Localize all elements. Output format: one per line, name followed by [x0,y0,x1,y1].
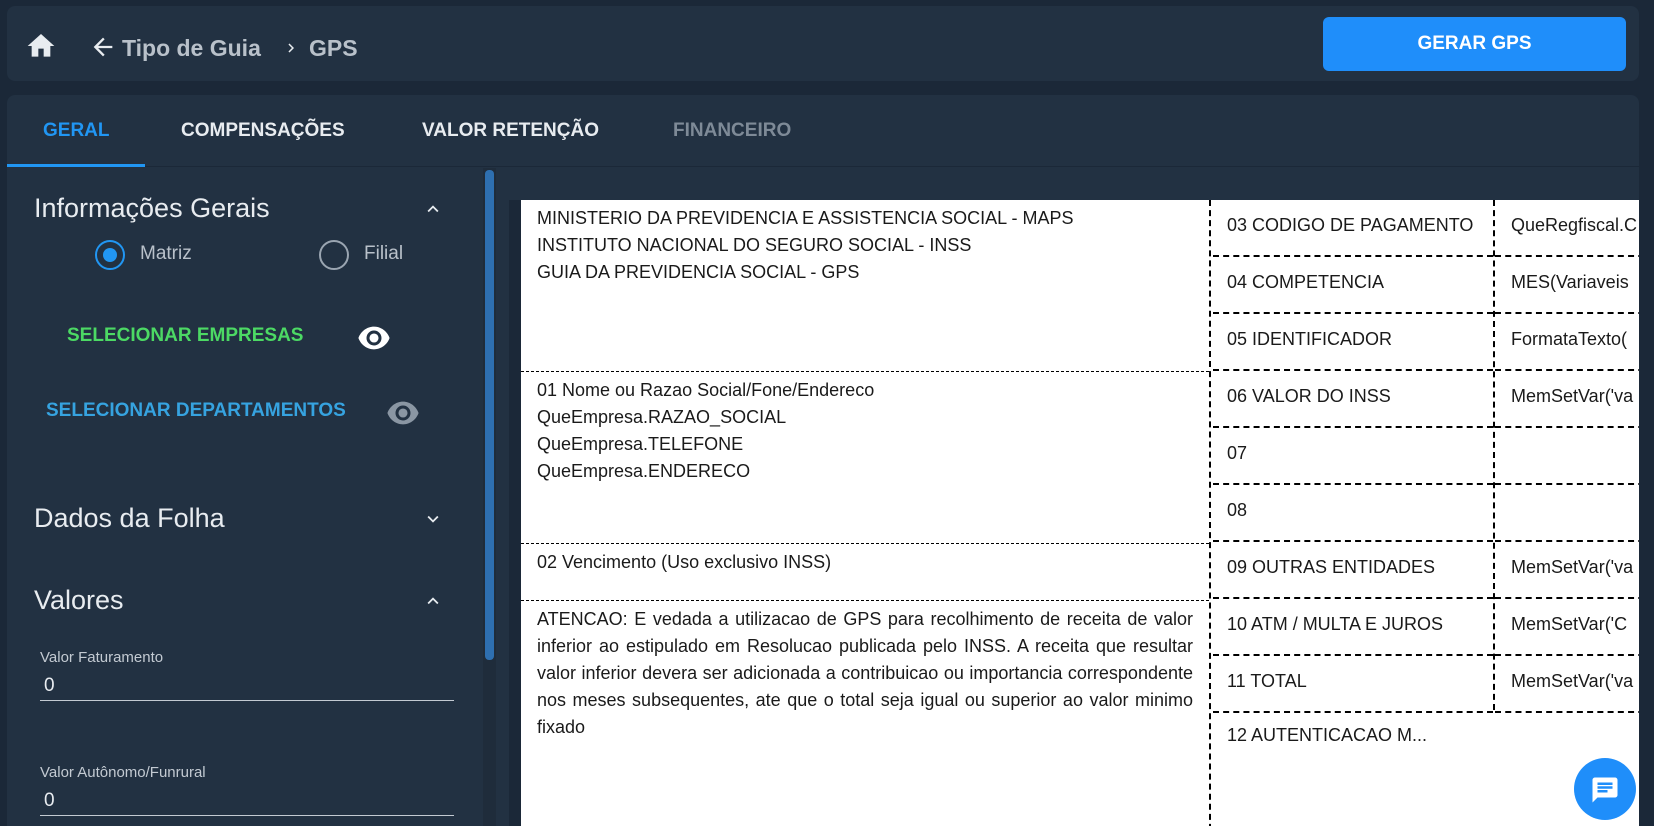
doc-field-label: 07 [1213,428,1493,485]
chevron-right-icon [288,43,294,53]
tab-valor-retencao[interactable]: VALOR RETENÇÃO [422,120,599,142]
doc-field-label: 10 ATM / MULTA E JUROS [1213,599,1493,656]
doc-header-line: GUIA DA PREVIDENCIA SOCIAL - GPS [537,262,860,282]
doc-company-line: QueEmpresa.RAZAO_SOCIAL [537,407,787,427]
sidebar-scrollbar[interactable] [485,170,494,660]
doc-due-date-text: 02 Vencimento (Uso exclusivo INSS) [537,552,832,572]
doc-company-line: QueEmpresa.TELEFONE [537,434,744,454]
section-title-payroll: Dados da Folha [34,503,225,533]
doc-field-label: 06 VALOR DO INSS [1213,371,1493,428]
doc-company-line: 01 Nome ou Razao Social/Fone/Endereco [537,380,875,400]
radio-matriz[interactable] [95,240,125,270]
eye-icon[interactable] [357,326,391,350]
doc-warning-text: ATENCAO: E vedada a utilizacao de GPS pa… [537,609,1193,737]
document-preview-area: MINISTERIO DA PREVIDENCIA E ASSISTENCIA … [509,200,1639,826]
doc-field-value: MemSetVar('va [1495,371,1639,428]
doc-company-block: 01 Nome ou Razao Social/Fone/Endereco Qu… [521,372,1209,544]
generate-gps-button[interactable]: GERAR GPS [1323,17,1626,71]
gps-document: MINISTERIO DA PREVIDENCIA E ASSISTENCIA … [521,200,1639,826]
doc-field-label: 11 TOTAL [1213,656,1493,713]
doc-field-label: 04 COMPETENCIA [1213,257,1493,314]
autonomous-value-label: Valor Autônomo/Funrural [40,764,206,781]
doc-field-value: FormataTexto( [1495,314,1639,371]
doc-authentication: 12 AUTENTICACAO M... [1227,725,1428,745]
doc-field-value: MemSetVar('va [1495,542,1639,599]
tab-bar: GERAL COMPENSAÇÕES VALOR RETENÇÃO FINANC… [7,95,1639,167]
doc-field-value [1495,485,1639,542]
doc-header-block: MINISTERIO DA PREVIDENCIA E ASSISTENCIA … [521,200,1209,372]
tab-geral[interactable]: GERAL [43,120,110,142]
doc-header-line: INSTITUTO NACIONAL DO SEGURO SOCIAL - IN… [537,235,972,255]
doc-field-value: MemSetVar('va [1495,656,1639,713]
doc-field-label: 05 IDENTIFICADOR [1213,314,1493,371]
doc-due-date: 02 Vencimento (Uso exclusivo INSS) [521,544,1209,601]
select-companies-button[interactable]: SELECIONAR EMPRESAS [67,325,303,347]
sidebar: Informações Gerais Matriz Filial SELECIO… [7,168,487,826]
breadcrumb-parent[interactable]: Tipo de Guia [122,35,261,62]
back-arrow-icon[interactable] [89,33,117,61]
autonomous-value-input[interactable] [40,786,454,816]
chat-icon [1592,777,1618,803]
chat-button[interactable] [1574,758,1636,820]
active-tab-indicator [7,164,145,167]
home-icon[interactable] [25,30,57,62]
billing-value-input[interactable] [40,671,454,701]
doc-field-label: 03 CODIGO DE PAGAMENTO [1213,200,1493,257]
main-panel: GERAL COMPENSAÇÕES VALOR RETENÇÃO FINANC… [7,95,1639,826]
section-title-values: Valores [34,585,124,615]
doc-field-value: MES(Variaveis [1495,257,1639,314]
eye-icon[interactable] [386,401,420,425]
tab-compensacoes[interactable]: COMPENSAÇÕES [181,120,345,142]
doc-field-value [1495,428,1639,485]
doc-field-label: 09 OUTRAS ENTIDADES [1213,542,1493,599]
doc-field-value: QueRegfiscal.C [1495,200,1639,257]
select-departments-button[interactable]: SELECIONAR DEPARTAMENTOS [46,400,346,422]
doc-warning: ATENCAO: E vedada a utilizacao de GPS pa… [521,601,1209,826]
chevron-up-icon[interactable] [422,590,444,612]
billing-value-label: Valor Faturamento [40,649,164,666]
top-bar: Tipo de Guia GPS GERAR GPS [7,6,1639,81]
radio-matriz-label: Matriz [140,243,192,264]
breadcrumb-current: GPS [309,35,358,61]
doc-field-value: MemSetVar('C [1495,599,1639,656]
doc-divider [1209,200,1211,826]
radio-filial-label: Filial [364,243,404,264]
doc-header-line: MINISTERIO DA PREVIDENCIA E ASSISTENCIA … [537,208,1074,228]
chevron-up-icon[interactable] [422,198,444,220]
doc-field-label: 08 [1213,485,1493,542]
section-title-info: Informações Gerais [34,193,270,223]
tab-financeiro: FINANCEIRO [673,120,792,141]
chevron-down-icon[interactable] [422,508,444,530]
radio-filial[interactable] [319,240,349,270]
doc-company-line: QueEmpresa.ENDERECO [537,461,751,481]
